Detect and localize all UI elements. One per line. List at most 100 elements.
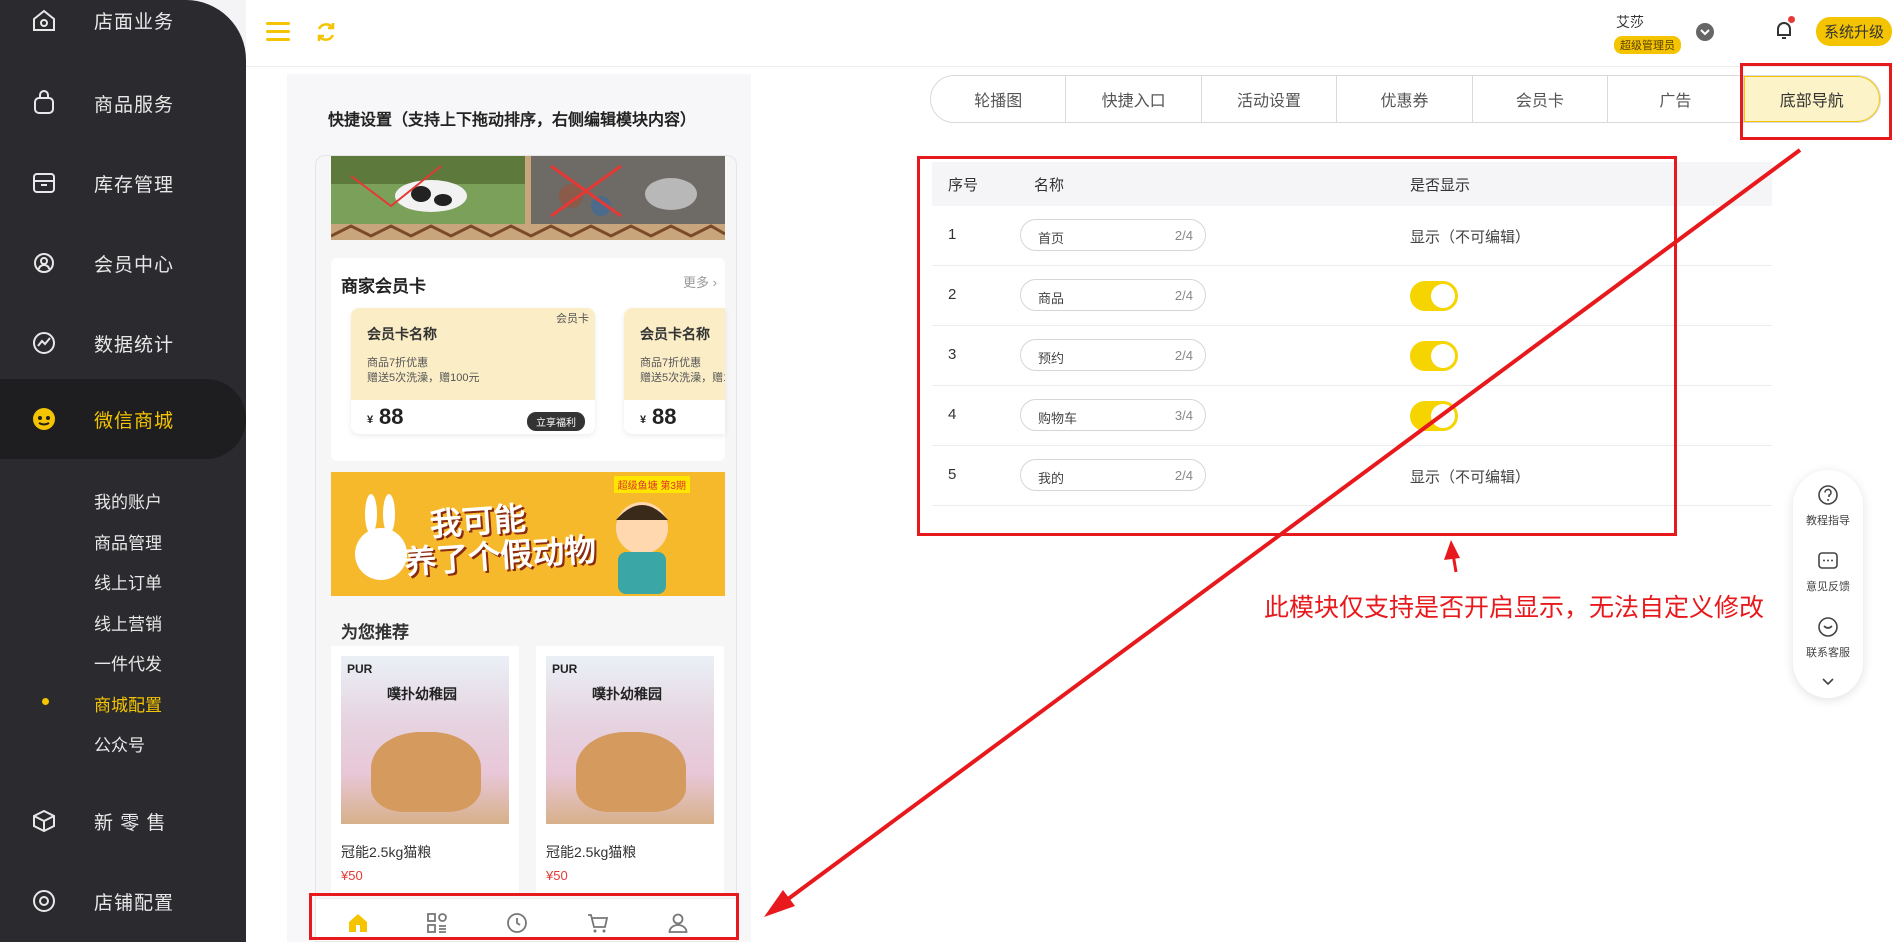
help-label: 教程指导 [1806, 515, 1850, 527]
member-section-title: 商家会员卡 [341, 277, 426, 296]
sidebar-item-stats[interactable]: 数据统计 [0, 303, 246, 383]
nav-name-field[interactable]: 我的 2/4 [1020, 459, 1206, 491]
tab-coupon[interactable]: 优惠券 [1337, 76, 1473, 122]
subnav-online-marketing[interactable]: 线上营销 [94, 610, 162, 635]
sidebar-item-label: 商品服务 [94, 94, 175, 116]
sidebar-item-member[interactable]: 会员中心 [0, 223, 246, 303]
inventory-icon [33, 173, 55, 193]
tab-ads[interactable]: 广告 [1608, 76, 1744, 122]
user-icon[interactable] [666, 911, 690, 935]
sidebar-item-label: 店铺配置 [94, 892, 175, 914]
user-name: 艾莎 [1616, 14, 1644, 30]
help-feedback[interactable]: 意见反馈 [1793, 550, 1863, 594]
header-index: 序号 [948, 177, 979, 194]
sidebar-item-store[interactable]: 店面业务 [0, 0, 246, 60]
sidebar-item-wechat-mall[interactable]: 微信商城 [0, 379, 246, 459]
bottom-nav-table: 序号 名称 是否显示 1 首页 2/4 显示（不可编辑） 2 商品 2/4 3 预约… [932, 162, 1772, 506]
show-status-text: 显示（不可编辑） [1410, 229, 1531, 246]
member-card-desc: 赠送5次洗澡，赠100元 [367, 372, 480, 384]
subnav-official-account[interactable]: 公众号 [94, 731, 145, 756]
show-toggle[interactable] [1410, 401, 1458, 431]
top-header: 艾莎 超级管理员 系统升级 [246, 0, 1893, 67]
nav-name-field[interactable]: 商品 2/4 [1020, 279, 1206, 311]
sidebar-item-label: 微信商城 [94, 410, 175, 432]
toggle-knob [1431, 404, 1455, 428]
clock-icon[interactable] [505, 911, 529, 935]
subnav-dropship[interactable]: 一件代发 [94, 650, 162, 675]
dog-illustration [576, 732, 686, 812]
row-index: 4 [948, 406, 957, 423]
member-card-name: 会员卡名称 [367, 326, 437, 342]
help-label: 联系客服 [1806, 647, 1850, 659]
chevron-down-icon[interactable] [1820, 676, 1836, 688]
nav-name-field[interactable]: 预约 2/4 [1020, 339, 1206, 371]
chevron-down-icon[interactable] [1696, 23, 1714, 41]
product-price: ¥50 [546, 868, 568, 883]
product-card[interactable]: PUR 噗扑幼稚园 冠能2.5kg猫粮 ¥50 [536, 646, 724, 896]
sidebar-item-store-config[interactable]: 店铺配置 [0, 861, 246, 941]
header-show: 是否显示 [1410, 177, 1471, 194]
annotation-text: 此模块仅支持是否开启显示，无法自定义修改 [1264, 594, 1765, 622]
category-icon[interactable] [425, 911, 449, 935]
sidebar-item-label: 库存管理 [94, 174, 175, 196]
char-count: 2/4 [1174, 468, 1193, 483]
help-tutorial[interactable]: 教程指导 [1793, 484, 1863, 528]
nav-name-field[interactable]: 首页 2/4 [1020, 219, 1206, 251]
more-link[interactable]: 更多 › [683, 272, 717, 291]
dog-illustration [371, 732, 481, 812]
nav-name-value: 我的 [1038, 471, 1065, 486]
subnav-my-account[interactable]: 我的账户 [94, 488, 162, 513]
refresh-icon[interactable] [314, 20, 338, 44]
row-index: 2 [948, 286, 957, 303]
sidebar: 店面业务 商品服务 库存管理 会员中心 数据统计 微信商城 我的账户 商品管理 … [0, 0, 246, 942]
product-caption: 噗扑幼稚园 [387, 686, 457, 702]
subnav-mall-config[interactable]: 商城配置 [94, 691, 162, 716]
cow-image [331, 156, 525, 224]
tab-carousel[interactable]: 轮播图 [931, 76, 1067, 122]
question-icon [1818, 485, 1838, 505]
nav-name-value: 预约 [1038, 351, 1065, 366]
help-support[interactable]: 联系客服 [1793, 616, 1863, 660]
preview-title: 快捷设置（支持上下拖动排序，右侧编辑模块内容） [328, 112, 697, 129]
sidebar-item-new-retail[interactable]: 新 零 售 [0, 781, 246, 861]
claim-benefit-button[interactable]: 立享福利 [527, 412, 585, 431]
chart-icon [33, 332, 55, 354]
char-count: 3/4 [1174, 408, 1193, 423]
product-name: 冠能2.5kg猫粮 [341, 844, 432, 860]
table-header: 序号 名称 是否显示 [932, 162, 1772, 206]
preview-panel: 快捷设置（支持上下拖动排序，右侧编辑模块内容） 商家会员卡 更多 › 会员卡名称… [287, 74, 751, 942]
home-icon[interactable] [346, 911, 370, 935]
row-index: 1 [948, 226, 957, 243]
show-toggle[interactable] [1410, 281, 1458, 311]
table-row: 5 我的 2/4 显示（不可编辑） [932, 446, 1772, 506]
upgrade-button[interactable]: 系统升级 [1816, 17, 1893, 46]
product-card[interactable]: PUR 噗扑幼稚园 冠能2.5kg猫粮 ¥50 [331, 646, 519, 896]
currency-symbol: ¥ [640, 414, 647, 426]
sidebar-item-goods-service[interactable]: 商品服务 [0, 63, 246, 143]
subnav-goods-management[interactable]: 商品管理 [94, 529, 162, 554]
member-card[interactable]: 会员卡名称 商品7折优惠 赠送5次洗澡，赠100元 ¥ 88 [624, 308, 725, 434]
phone-preview: 商家会员卡 更多 › 会员卡名称 会员卡 商品7折优惠 赠送5次洗澡，赠100元… [315, 155, 737, 942]
bottom-nav-preview [316, 898, 736, 941]
member-card-desc: 商品7折优惠 [640, 357, 702, 369]
settings-icon [33, 890, 55, 912]
promo-banner[interactable]: 超级鱼塘 第3期 我可能 养了个假动物 [331, 472, 725, 596]
tab-quick-entry[interactable]: 快捷入口 [1066, 76, 1202, 122]
cart-icon[interactable] [586, 911, 610, 935]
subnav-online-orders[interactable]: 线上订单 [94, 569, 162, 594]
carousel-banner[interactable] [331, 156, 725, 240]
product-brand: PUR [552, 662, 578, 676]
tab-member-card[interactable]: 会员卡 [1473, 76, 1609, 122]
product-caption: 噗扑幼稚园 [592, 686, 662, 702]
char-count: 2/4 [1174, 348, 1193, 363]
member-card-section: 商家会员卡 更多 › 会员卡名称 会员卡 商品7折优惠 赠送5次洗澡，赠100元… [331, 258, 725, 461]
show-toggle[interactable] [1410, 341, 1458, 371]
nav-name-field[interactable]: 购物车 3/4 [1020, 399, 1206, 431]
tab-activity[interactable]: 活动设置 [1202, 76, 1338, 122]
support-icon [1818, 617, 1838, 637]
tab-bottom-nav[interactable]: 底部导航 [1743, 76, 1880, 122]
menu-icon[interactable] [266, 22, 290, 42]
product-image: PUR 噗扑幼稚园 [341, 656, 509, 824]
sidebar-item-inventory[interactable]: 库存管理 [0, 143, 246, 223]
member-card[interactable]: 会员卡名称 会员卡 商品7折优惠 赠送5次洗澡，赠100元 ¥ 88 立享福利 [351, 308, 595, 434]
